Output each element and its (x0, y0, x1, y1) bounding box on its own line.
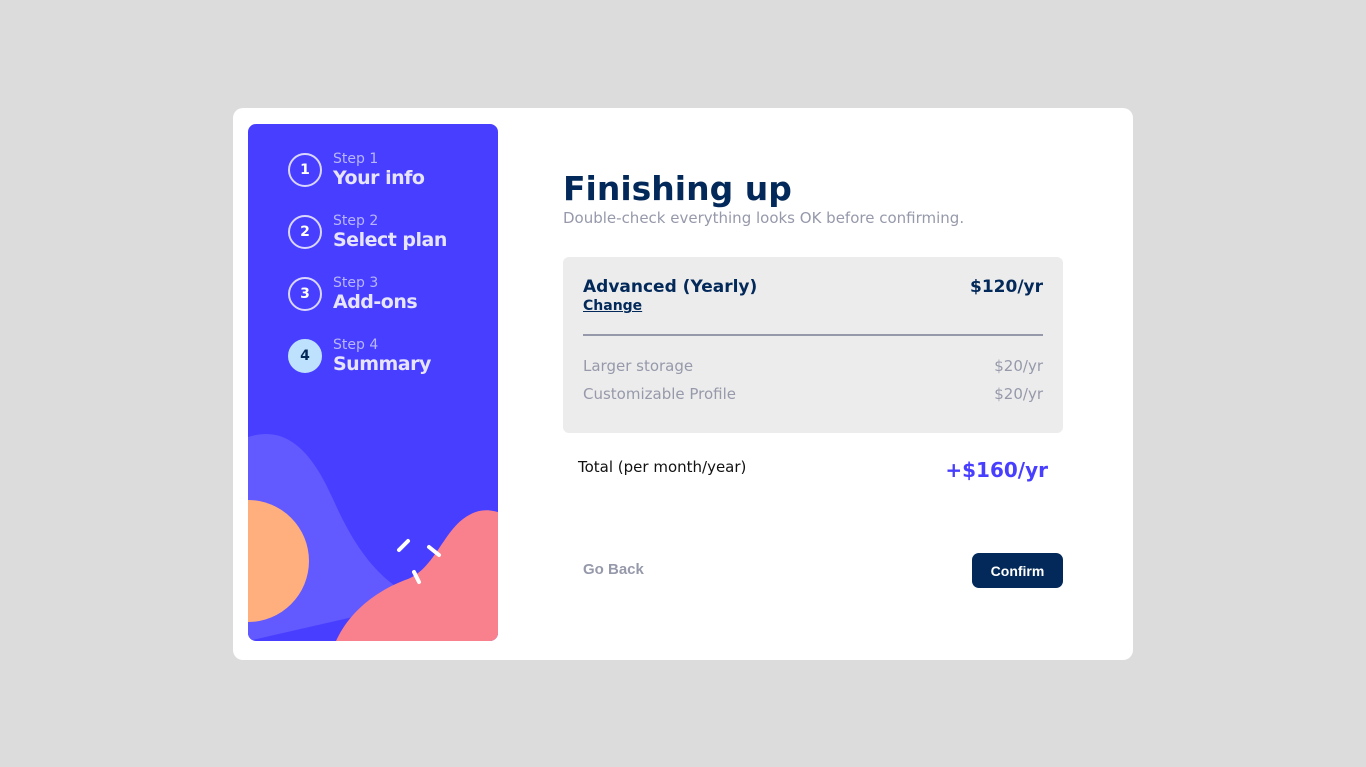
addon-price: $20/yr (994, 357, 1043, 375)
addon-row: Customizable Profile $20/yr (583, 385, 1043, 405)
step-number-2: 2 (288, 215, 322, 249)
total-label: Total (per month/year) (578, 458, 747, 476)
addon-price: $20/yr (994, 385, 1043, 403)
step-number-4: 4 (288, 339, 322, 373)
step-item-2: 2 Step 2 Select plan (288, 213, 447, 251)
order-summary: Advanced (Yearly) Change $120/yr Larger … (563, 257, 1063, 433)
step-title-3: Add-ons (333, 291, 418, 313)
step-item-3: 3 Step 3 Add-ons (288, 275, 418, 313)
confirm-button[interactable]: Confirm (972, 553, 1063, 588)
page-subtitle: Double-check everything looks OK before … (563, 209, 965, 227)
change-plan-link[interactable]: Change (583, 298, 642, 314)
steps-sidebar: 1 Step 1 Your info 2 Step 2 Select plan … (248, 124, 498, 641)
step-number-1: 1 (288, 153, 322, 187)
step-label-1: Step 1 (333, 151, 379, 167)
summary-section: Finishing up Double-check everything loo… (563, 108, 1063, 660)
step-label-3: Step 3 (333, 275, 379, 291)
step-title-4: Summary (333, 353, 431, 375)
summary-divider (583, 334, 1043, 336)
step-label-2: Step 2 (333, 213, 379, 229)
go-back-button[interactable]: Go Back (583, 561, 644, 578)
step-title-1: Your info (333, 167, 425, 189)
step-number-3: 3 (288, 277, 322, 311)
step-item-1: 1 Step 1 Your info (288, 151, 425, 189)
form-card: 1 Step 1 Your info 2 Step 2 Select plan … (233, 108, 1133, 660)
addon-name: Larger storage (583, 357, 694, 375)
total-price: +$160/yr (945, 458, 1048, 482)
step-title-2: Select plan (333, 229, 447, 251)
addon-name: Customizable Profile (583, 385, 737, 403)
page-title: Finishing up (563, 169, 792, 208)
step-item-4: 4 Step 4 Summary (288, 337, 431, 375)
addon-row: Larger storage $20/yr (583, 357, 1043, 377)
plan-price: $120/yr (970, 277, 1043, 297)
sidebar-decoration (248, 433, 498, 641)
step-label-4: Step 4 (333, 337, 379, 353)
plan-name: Advanced (Yearly) (583, 277, 758, 297)
